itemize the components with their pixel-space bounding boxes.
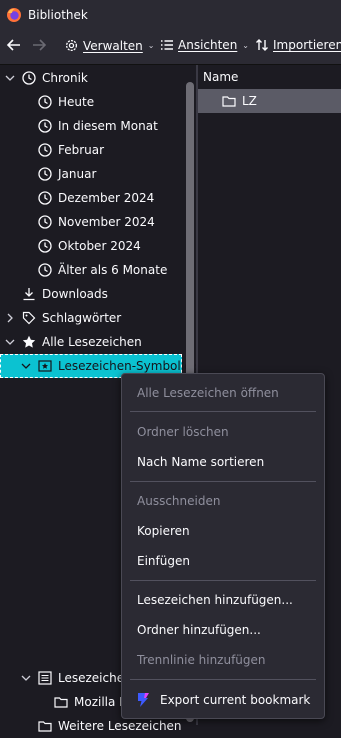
gear-icon (65, 39, 78, 52)
tree-item-history-december-2024[interactable]: Dezember 2024 (0, 186, 182, 210)
menu-item-label: Trennlinie hinzufügen (137, 653, 266, 667)
import-label: Importieren (273, 38, 341, 52)
tree-item-history-november-2024[interactable]: November 2024 (0, 210, 182, 234)
tree-item-history-today[interactable]: Heute (0, 90, 182, 114)
tree-item-label: Oktober 2024 (58, 239, 141, 253)
manage-label: Verwalten (83, 38, 143, 53)
chevron-down-icon[interactable] (5, 337, 15, 347)
title-bar: Bibliothek (0, 0, 341, 30)
menu-item-delete-folder[interactable]: Ordner löschen (137, 425, 229, 445)
tree-item-label: Schlagwörter (42, 311, 122, 325)
clock-icon (38, 239, 52, 253)
tree-item-tags[interactable]: Schlagwörter (0, 306, 182, 330)
star-icon (22, 335, 36, 348)
menu-item-add-separator[interactable]: Trennlinie hinzufügen (137, 653, 266, 673)
tree-item-label: Älter als 6 Monate (58, 263, 168, 277)
list-item-label: LZ (242, 94, 257, 108)
tree-item-label: Alle Lesezeichen (42, 335, 142, 349)
menu-item-label: Nach Name sortieren (137, 455, 265, 469)
tree-item-label: Dezember 2024 (58, 191, 155, 205)
menu-separator (130, 411, 316, 412)
tree-item-label: Februar (58, 143, 105, 157)
views-label: Ansichten (178, 38, 238, 52)
menu-item-label: Einfügen (137, 554, 190, 568)
clock-icon (38, 215, 52, 229)
menu-separator (130, 679, 316, 680)
tree-item-downloads[interactable]: Downloads (0, 282, 182, 306)
column-header-label: Name (203, 70, 239, 84)
menu-item-add-folder[interactable]: Ordner hinzufügen... (137, 623, 261, 643)
menu-item-label: Ausschneiden (137, 494, 221, 508)
tree-item-history-october-2024[interactable]: Oktober 2024 (0, 234, 182, 258)
menu-item-copy[interactable]: Kopieren (137, 524, 190, 544)
menu-item-label: Lesezeichen hinzufügen... (137, 593, 293, 607)
tag-icon (22, 311, 36, 325)
menu-item-export-bookmark[interactable]: Export current bookmark (136, 690, 310, 710)
clock-icon (38, 263, 52, 277)
folder-icon (222, 96, 236, 107)
export-extension-icon (138, 693, 149, 707)
clock-icon (38, 119, 52, 133)
menu-separator (130, 481, 316, 482)
forward-button[interactable] (31, 37, 47, 53)
menu-item-label: Ordner löschen (137, 425, 229, 439)
tree-item-label: Januar (58, 167, 97, 181)
menu-item-open-all[interactable]: Alle Lesezeichen öffnen (137, 386, 279, 406)
window-title: Bibliothek (28, 8, 88, 22)
forward-arrow-icon (33, 39, 47, 51)
tree-item-history-this-month[interactable]: In diesem Monat (0, 114, 182, 138)
tree-item-history[interactable]: Chronik (0, 66, 182, 90)
context-menu: Alle Lesezeichen öffnen Ordner löschen N… (121, 373, 325, 719)
menu-item-add-bookmark[interactable]: Lesezeichen hinzufügen... (137, 593, 293, 613)
tree-item-history-older[interactable]: Älter als 6 Monate (0, 258, 182, 282)
menu-item-cut[interactable]: Ausschneiden (137, 494, 220, 514)
folder-icon (54, 697, 68, 708)
chevron-down-icon: ⌄ (147, 41, 155, 50)
chevron-down-icon[interactable] (21, 673, 31, 683)
firefox-logo-icon (7, 8, 21, 22)
menu-item-label: Export current bookmark (160, 693, 311, 707)
tree-item-label: November 2024 (58, 215, 155, 229)
column-header-name[interactable]: Name (198, 65, 341, 90)
chevron-down-icon: ⌄ (242, 40, 249, 50)
bookmarks-toolbar-icon (38, 360, 52, 372)
tree-item-all-bookmarks[interactable]: Alle Lesezeichen (0, 330, 182, 354)
import-menu-button[interactable]: Importieren (255, 38, 341, 52)
clock-icon (22, 71, 36, 85)
clock-icon (38, 167, 52, 181)
clock-icon (38, 95, 52, 109)
back-arrow-icon (6, 39, 20, 51)
import-export-icon (256, 39, 268, 51)
manage-menu-button[interactable]: Verwalten ⌄ (64, 38, 155, 53)
clock-icon (38, 191, 52, 205)
tree-item-label: Weitere Lesezeichen (58, 719, 182, 733)
tree-item-label: Chronik (42, 71, 88, 85)
chevron-down-icon[interactable] (5, 73, 15, 83)
chevron-right-icon[interactable] (5, 313, 15, 323)
menu-item-label: Ordner hinzufügen... (137, 623, 261, 637)
folder-icon (38, 721, 52, 732)
chevron-down-icon[interactable] (21, 361, 31, 371)
clock-icon (38, 143, 52, 157)
tree-item-label: Heute (58, 95, 95, 109)
tree-item-history-february[interactable]: Februar (0, 138, 182, 162)
menu-separator (130, 580, 316, 581)
tree-item-label: In diesem Monat (58, 119, 158, 133)
menu-item-label: Alle Lesezeichen öffnen (137, 386, 279, 400)
tree-item-label: Downloads (42, 287, 108, 301)
download-icon (23, 288, 35, 301)
menu-item-label: Kopieren (137, 524, 190, 538)
views-menu-button[interactable]: Ansichten ⌄ (160, 38, 249, 52)
menu-item-sort-by-name[interactable]: Nach Name sortieren (137, 455, 264, 475)
list-view-icon (161, 40, 173, 50)
list-item[interactable]: LZ (198, 89, 341, 113)
back-button[interactable] (6, 37, 22, 53)
library-toolbar: Verwalten ⌄ Ansichten ⌄ Importieren (0, 30, 341, 65)
menu-item-paste[interactable]: Einfügen (137, 554, 190, 574)
bookmarks-menu-icon (38, 671, 52, 685)
tree-item-history-january[interactable]: Januar (0, 162, 182, 186)
